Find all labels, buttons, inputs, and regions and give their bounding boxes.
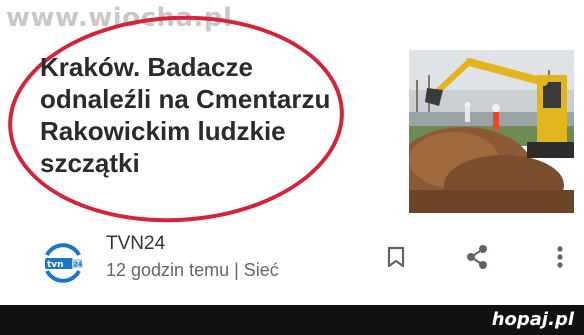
more-vertical-icon bbox=[557, 246, 563, 268]
logo-text: tvn bbox=[47, 260, 64, 270]
share-icon bbox=[467, 245, 487, 269]
excavator-photo bbox=[409, 50, 574, 213]
bookmark-icon bbox=[387, 246, 405, 268]
logo-badge: 24 bbox=[73, 261, 83, 269]
share-button[interactable] bbox=[462, 242, 492, 272]
publish-time: 12 godzin temu | Sieć bbox=[106, 260, 279, 280]
article-meta-row: tvn 24 TVN24 12 godzin temu | Sieć bbox=[0, 228, 584, 290]
headline-line-4: szczątki bbox=[40, 148, 140, 178]
headline-line-3: Rakowickim ludzkie bbox=[40, 116, 286, 146]
article-thumbnail[interactable] bbox=[409, 50, 574, 213]
watermark-wiocha: www.wiocha.pl bbox=[6, 3, 233, 33]
headline-line-2: odnaleźli na Cmentarzu bbox=[40, 84, 331, 114]
bookmark-button[interactable] bbox=[381, 242, 411, 272]
source-name[interactable]: TVN24 bbox=[106, 233, 165, 255]
tvn24-logo[interactable]: tvn 24 bbox=[41, 241, 85, 285]
headline-line-1: Kraków. Badacze bbox=[40, 52, 253, 82]
article-headline[interactable]: Kraków. Badacze odnaleźli na Cmentarzu R… bbox=[40, 51, 340, 179]
footer-brand-hopaj: hopaj.pl bbox=[491, 309, 574, 330]
footer-bar: hopaj.pl bbox=[0, 305, 584, 335]
more-options-button[interactable] bbox=[545, 242, 575, 272]
